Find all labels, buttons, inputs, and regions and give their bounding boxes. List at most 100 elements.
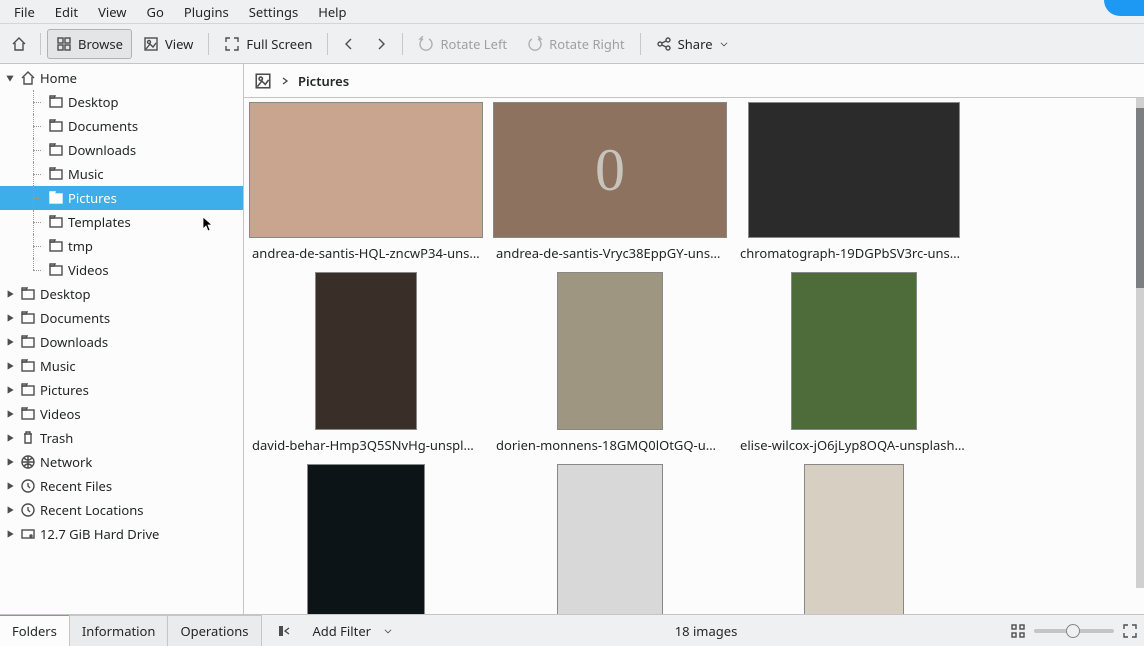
menu-help[interactable]: Help: [308, 0, 356, 24]
home-icon: [11, 36, 27, 52]
thumbnail-image: [315, 272, 417, 430]
toolbar: Browse View Full Screen Rotate Left Rota…: [0, 24, 1144, 64]
folder-icon: [48, 118, 64, 134]
home-button[interactable]: [4, 29, 34, 59]
thumbnail-caption: elise-wilcox-jO6jLyp8OQA-unsplash.j…: [740, 436, 968, 454]
thumbnails-small-icon[interactable]: [1010, 623, 1026, 639]
tree-item-recent-locations[interactable]: Recent Locations: [0, 498, 243, 522]
place-icon: [20, 382, 36, 398]
tab-information[interactable]: Information: [69, 615, 169, 646]
menu-go[interactable]: Go: [137, 0, 174, 24]
thumbnail-item[interactable]: elise-wilcox-jO6jLyp8OQA-unsplash.j…: [732, 272, 976, 464]
tree-item-documents[interactable]: Documents: [0, 114, 243, 138]
tab-operations[interactable]: Operations: [167, 615, 261, 646]
thumbnail-item[interactable]: andrea-de-santis-HQL-zncwP34-uns…: [244, 102, 488, 272]
thumbnail-image: [557, 272, 663, 430]
separator: [327, 33, 328, 55]
tree-item-desktop[interactable]: Desktop: [0, 282, 243, 306]
tree-label: Trash: [40, 429, 73, 447]
tree-item-desktop[interactable]: Desktop: [0, 90, 243, 114]
tree-item-trash[interactable]: Trash: [0, 426, 243, 450]
tree-label: Music: [68, 165, 104, 183]
menu-plugins[interactable]: Plugins: [174, 0, 239, 24]
tree-item-videos[interactable]: Videos: [0, 402, 243, 426]
tree-label: tmp: [68, 237, 93, 255]
tree-item-downloads[interactable]: Downloads: [0, 330, 243, 354]
thumbnail-item[interactable]: [244, 464, 488, 614]
tree-item-downloads[interactable]: Downloads: [0, 138, 243, 162]
thumbnail-grid[interactable]: andrea-de-santis-HQL-zncwP34-uns…0 andre…: [244, 98, 1144, 614]
places-tree[interactable]: Home Desktop Documents Downloads Music P…: [0, 64, 244, 614]
expander-closed-icon: [4, 288, 16, 300]
menu-settings[interactable]: Settings: [239, 0, 308, 24]
thumbnail-item[interactable]: david-behar-Hmp3Q5SNvHg-unspla…: [244, 272, 488, 464]
expander-open-icon: [4, 72, 16, 84]
tree-label: Pictures: [68, 189, 117, 207]
menu-view[interactable]: View: [88, 0, 136, 24]
breadcrumb-current[interactable]: Pictures: [298, 72, 349, 90]
thumbnail-caption: chromatograph-19DGPbSV3rc-unspl…: [740, 244, 968, 262]
place-icon: [20, 454, 36, 470]
grid-scrollbar-thumb[interactable]: [1136, 108, 1144, 288]
thumbnail-image: [307, 464, 425, 614]
tree-home[interactable]: Home: [0, 66, 243, 90]
tree-item-music[interactable]: Music: [0, 162, 243, 186]
tree-item-pictures[interactable]: Pictures: [0, 186, 243, 210]
rotate-left-icon: [418, 36, 434, 52]
toggle-sidebar-button[interactable]: [270, 616, 300, 646]
chevron-right-icon: [373, 36, 389, 52]
browse-mode-button[interactable]: Browse: [47, 29, 132, 59]
thumbnail-item[interactable]: [488, 464, 732, 614]
chevron-down-icon: [383, 626, 393, 636]
prev-button[interactable]: [334, 29, 364, 59]
menu-edit[interactable]: Edit: [45, 0, 88, 24]
place-icon: [20, 502, 36, 518]
tree-item-12-7-gib-hard-drive[interactable]: 12.7 GiB Hard Drive: [0, 522, 243, 546]
thumbnail-image: [748, 102, 960, 238]
fullscreen-button[interactable]: Full Screen: [215, 29, 321, 59]
folder-icon: [48, 142, 64, 158]
tree-item-network[interactable]: Network: [0, 450, 243, 474]
statusbar: Folders Information Operations Add Filte…: [0, 614, 1144, 646]
browse-label: Browse: [78, 35, 123, 53]
thumbnail-item[interactable]: [732, 464, 976, 614]
tree-item-documents[interactable]: Documents: [0, 306, 243, 330]
menu-file[interactable]: File: [4, 0, 45, 24]
mouse-cursor: [202, 216, 214, 232]
tree-label: Home: [40, 69, 77, 87]
expander-closed-icon: [4, 408, 16, 420]
tree-label: Downloads: [68, 141, 136, 159]
tree-label: 12.7 GiB Hard Drive: [40, 525, 159, 543]
expander-closed-icon: [4, 456, 16, 468]
view-mode-button[interactable]: View: [134, 29, 202, 59]
rotate-right-icon: [527, 36, 543, 52]
tree-item-tmp[interactable]: tmp: [0, 234, 243, 258]
thumbnail-item[interactable]: 0 andrea-de-santis-Vryc38EppGY-uns…: [488, 102, 732, 272]
next-button[interactable]: [366, 29, 396, 59]
thumbnail-item[interactable]: dorien-monnens-18GMQ0lOtGQ-un…: [488, 272, 732, 464]
place-icon: [20, 406, 36, 422]
add-filter-button[interactable]: Add Filter: [304, 616, 403, 646]
thumbnail-item[interactable]: chromatograph-19DGPbSV3rc-unspl…: [732, 102, 976, 272]
image-icon: [143, 36, 159, 52]
expander-closed-icon: [4, 360, 16, 372]
fullscreen-icon[interactable]: [1122, 623, 1138, 639]
status-count: 18 images: [402, 622, 1010, 640]
place-icon: [20, 286, 36, 302]
add-filter-label: Add Filter: [313, 622, 372, 640]
tree-item-videos[interactable]: Videos: [0, 258, 243, 282]
tree-label: Videos: [40, 405, 81, 423]
expander-closed-icon: [4, 480, 16, 492]
tree-item-pictures[interactable]: Pictures: [0, 378, 243, 402]
tree-item-music[interactable]: Music: [0, 354, 243, 378]
thumbnail-size-slider[interactable]: [1034, 629, 1114, 633]
tab-folders[interactable]: Folders: [0, 615, 70, 646]
expander-closed-icon: [4, 432, 16, 444]
thumbnail-image: [557, 464, 663, 614]
breadcrumb[interactable]: Pictures: [244, 64, 1144, 98]
tree-item-recent-files[interactable]: Recent Files: [0, 474, 243, 498]
tree-label: Videos: [68, 261, 109, 279]
share-button[interactable]: Share: [647, 29, 738, 59]
slider-knob[interactable]: [1066, 624, 1080, 638]
grid-icon: [56, 36, 72, 52]
